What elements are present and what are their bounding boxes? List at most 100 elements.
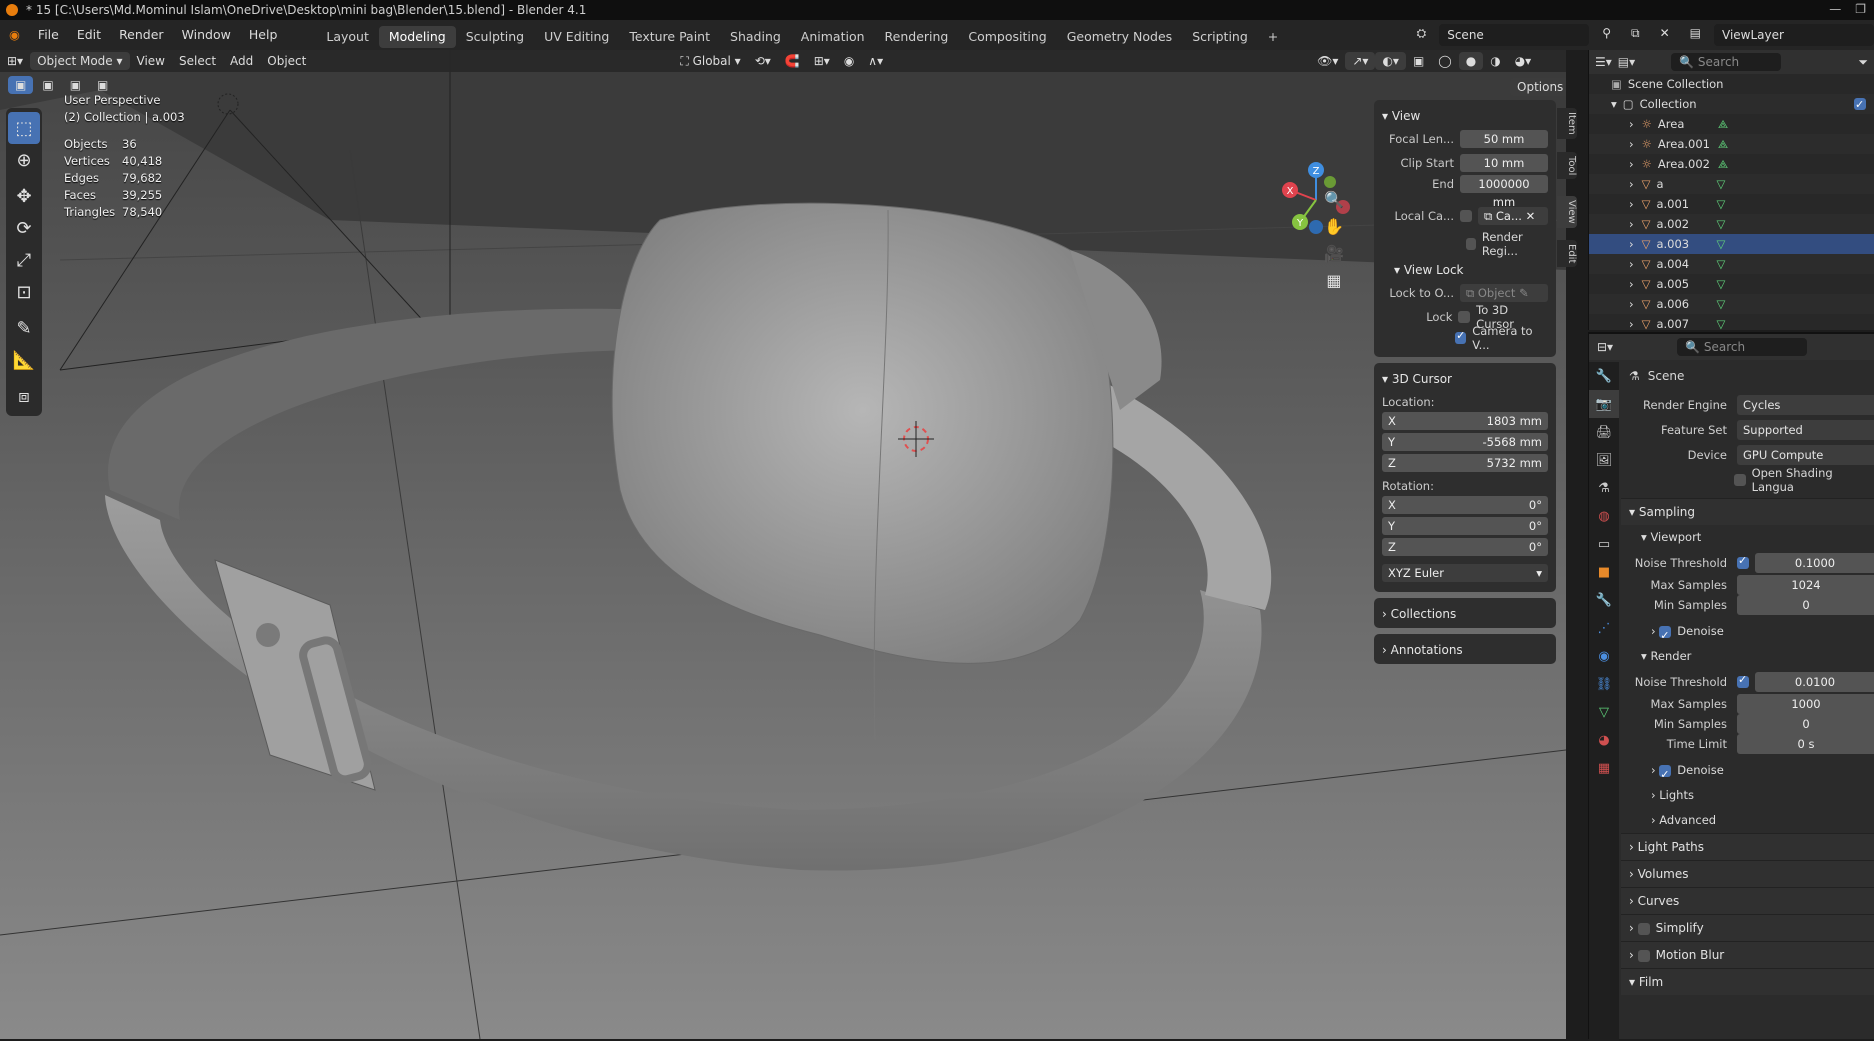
menu-help[interactable]: Help (240, 20, 287, 50)
zoom-icon[interactable]: 🔍 (1324, 190, 1344, 209)
xray-icon[interactable]: ▣ (1406, 52, 1431, 70)
sampling-section[interactable]: ▾ Sampling (1621, 498, 1874, 525)
r-noise-threshold-checkbox[interactable] (1737, 673, 1749, 688)
properties-search-input[interactable]: 🔍 Search (1677, 338, 1808, 356)
wireframe-shading-icon[interactable]: ◯ (1431, 52, 1458, 70)
output-props-icon[interactable]: 🖨 (1589, 418, 1619, 446)
lights-sub[interactable]: › Lights (1621, 783, 1874, 808)
tab-scripting[interactable]: Scripting (1182, 26, 1258, 48)
gizmo-toggle-icon[interactable]: ↗▾ (1345, 52, 1376, 70)
menu-render[interactable]: Render (110, 20, 173, 50)
tab-shading[interactable]: Shading (720, 26, 791, 48)
camera-to-view-checkbox[interactable] (1455, 329, 1467, 344)
ortho-grid-icon[interactable]: ▦ (1326, 271, 1341, 290)
local-camera-field[interactable]: ⧉ Ca... ✕ (1478, 207, 1548, 225)
simplify-section[interactable]: › Simplify (1621, 914, 1874, 941)
constraints-props-icon[interactable]: ⛓ (1589, 670, 1619, 698)
select-box-tool-icon[interactable]: ⬚ (8, 112, 40, 144)
cursor-rot-y-field[interactable]: Y 0° (1382, 517, 1548, 535)
scene-props-icon[interactable]: ⚗ (1589, 474, 1619, 502)
menu-edit[interactable]: Edit (68, 20, 110, 50)
expand-chevron-icon[interactable]: › (1629, 134, 1634, 154)
mesh-data-icon[interactable]: ▽ (1716, 194, 1725, 214)
world-props-icon[interactable]: ◍ (1589, 502, 1619, 530)
curves-section[interactable]: › Curves (1621, 887, 1874, 914)
device-dropdown[interactable]: GPU Compute (1737, 444, 1874, 465)
advanced-sub[interactable]: › Advanced (1621, 808, 1874, 833)
pin-scene-icon[interactable]: ⚲ (1595, 24, 1618, 42)
delete-scene-icon[interactable]: ✕ (1653, 24, 1677, 42)
select-new-icon[interactable]: ▣ (8, 76, 34, 94)
scene-field[interactable]: Scene (1439, 24, 1590, 46)
vp-denoise-sub[interactable]: › Denoise (1621, 619, 1874, 648)
outliner-item[interactable]: › ▽ a.001 ▽ (1589, 194, 1874, 214)
cursor-loc-z-field[interactable]: Z 5732 mm (1382, 454, 1548, 472)
properties-editor-icon[interactable]: ⊟▾ (1597, 340, 1613, 354)
material-shading-icon[interactable]: ◑ (1483, 52, 1507, 70)
mesh-data-icon[interactable]: ▽ (1716, 294, 1725, 314)
proportional-edit-icon[interactable]: ◉ (837, 52, 861, 70)
new-scene-icon[interactable]: ⧉ (1624, 24, 1647, 42)
particles-props-icon[interactable]: ⋰ (1589, 614, 1619, 642)
expand-chevron-icon[interactable]: › (1629, 114, 1634, 134)
measure-tool-icon[interactable]: 📐 (8, 344, 40, 376)
lock-to-object-field[interactable]: ⧉ Object ✎ (1460, 284, 1548, 302)
mesh-data-icon[interactable]: ▽ (1716, 274, 1725, 294)
outliner-search-input[interactable]: 🔍 Search (1671, 53, 1782, 71)
tab-texture-paint[interactable]: Texture Paint (619, 26, 720, 48)
clip-end-field[interactable]: 1000000 mm (1460, 175, 1548, 209)
mesh-data-icon[interactable]: ▽ (1716, 234, 1725, 254)
scene-collection-row[interactable]: ▣ Scene Collection (1589, 74, 1874, 94)
expand-chevron-icon[interactable]: › (1629, 214, 1634, 234)
display-mode-icon[interactable]: ▤▾ (1618, 55, 1635, 69)
falloff-icon[interactable]: ∧▾ (861, 52, 890, 70)
sampling-viewport-sub[interactable]: ▾ Viewport (1621, 525, 1874, 550)
object-props-icon[interactable]: ■ (1589, 558, 1619, 586)
expand-chevron-icon[interactable]: › (1629, 274, 1634, 294)
motion-blur-section[interactable]: › Motion Blur (1621, 941, 1874, 968)
tab-modeling[interactable]: Modeling (378, 26, 456, 48)
tab-layout[interactable]: Layout (316, 26, 379, 48)
focal-length-field[interactable]: 50 mm (1460, 130, 1548, 148)
solid-shading-icon[interactable]: ● (1458, 52, 1484, 70)
simplify-checkbox[interactable] (1637, 922, 1650, 935)
tab-geometry-nodes[interactable]: Geometry Nodes (1057, 26, 1182, 48)
select-extend-icon[interactable]: ▣ (35, 76, 60, 94)
snap-target-icon[interactable]: ⊞▾ (807, 52, 837, 70)
tab-rendering[interactable]: Rendering (875, 26, 959, 48)
feature-set-dropdown[interactable]: Supported (1737, 419, 1874, 440)
lock-cursor-checkbox[interactable] (1458, 311, 1471, 323)
vp-noise-threshold-checkbox[interactable] (1737, 554, 1749, 569)
panel-collections[interactable]: › Collections (1374, 598, 1556, 628)
scale-tool-icon[interactable]: ⤢ (8, 244, 40, 276)
menu-view[interactable]: View (130, 52, 172, 70)
render-props-icon[interactable]: 📷 (1589, 390, 1619, 418)
r-noise-threshold-field[interactable]: 0.0100 (1755, 671, 1874, 692)
menu-window[interactable]: Window (173, 20, 240, 50)
expand-chevron-icon[interactable]: › (1629, 314, 1634, 334)
rotation-mode-dropdown[interactable]: XYZ Euler ▾ (1382, 564, 1548, 582)
r-min-samples-field[interactable]: 0 (1737, 714, 1874, 734)
modifier-props-icon[interactable]: 🔧 (1589, 586, 1619, 614)
mode-selector[interactable]: Object Mode ▾ (30, 52, 130, 70)
sampling-render-sub[interactable]: ▾ Render (1621, 644, 1874, 669)
minimize-icon[interactable]: — (1829, 2, 1841, 16)
r-denoise-checkbox[interactable] (1659, 762, 1672, 787)
expand-chevron-icon[interactable]: › (1629, 234, 1634, 254)
panel-3d-cursor-header[interactable]: ▾ 3D Cursor (1382, 367, 1548, 391)
pan-hand-icon[interactable]: ✋ (1324, 217, 1344, 236)
add-cube-tool-icon[interactable]: ⧈ (8, 380, 40, 412)
options-button[interactable]: Options ▾ (1510, 78, 1566, 112)
collection-props-icon[interactable]: ▭ (1589, 530, 1619, 558)
time-limit-field[interactable]: 0 s (1737, 734, 1874, 754)
r-max-samples-field[interactable]: 1000 (1737, 694, 1874, 714)
collection-row[interactable]: ▾ ▢ Collection (1589, 94, 1874, 115)
mesh-data-icon[interactable]: ▽ (1716, 174, 1725, 194)
annotate-tool-icon[interactable]: ✎ (8, 312, 40, 344)
light-data-icon[interactable]: ⟁ (1718, 114, 1728, 134)
tab-item[interactable]: Item (1557, 108, 1577, 139)
mesh-data-icon[interactable]: ▽ (1716, 214, 1725, 234)
menu-file[interactable]: File (29, 20, 68, 50)
tab-uv-editing[interactable]: UV Editing (534, 26, 619, 48)
transform-orientation[interactable]: ⛶ Global ▾ (673, 52, 747, 70)
